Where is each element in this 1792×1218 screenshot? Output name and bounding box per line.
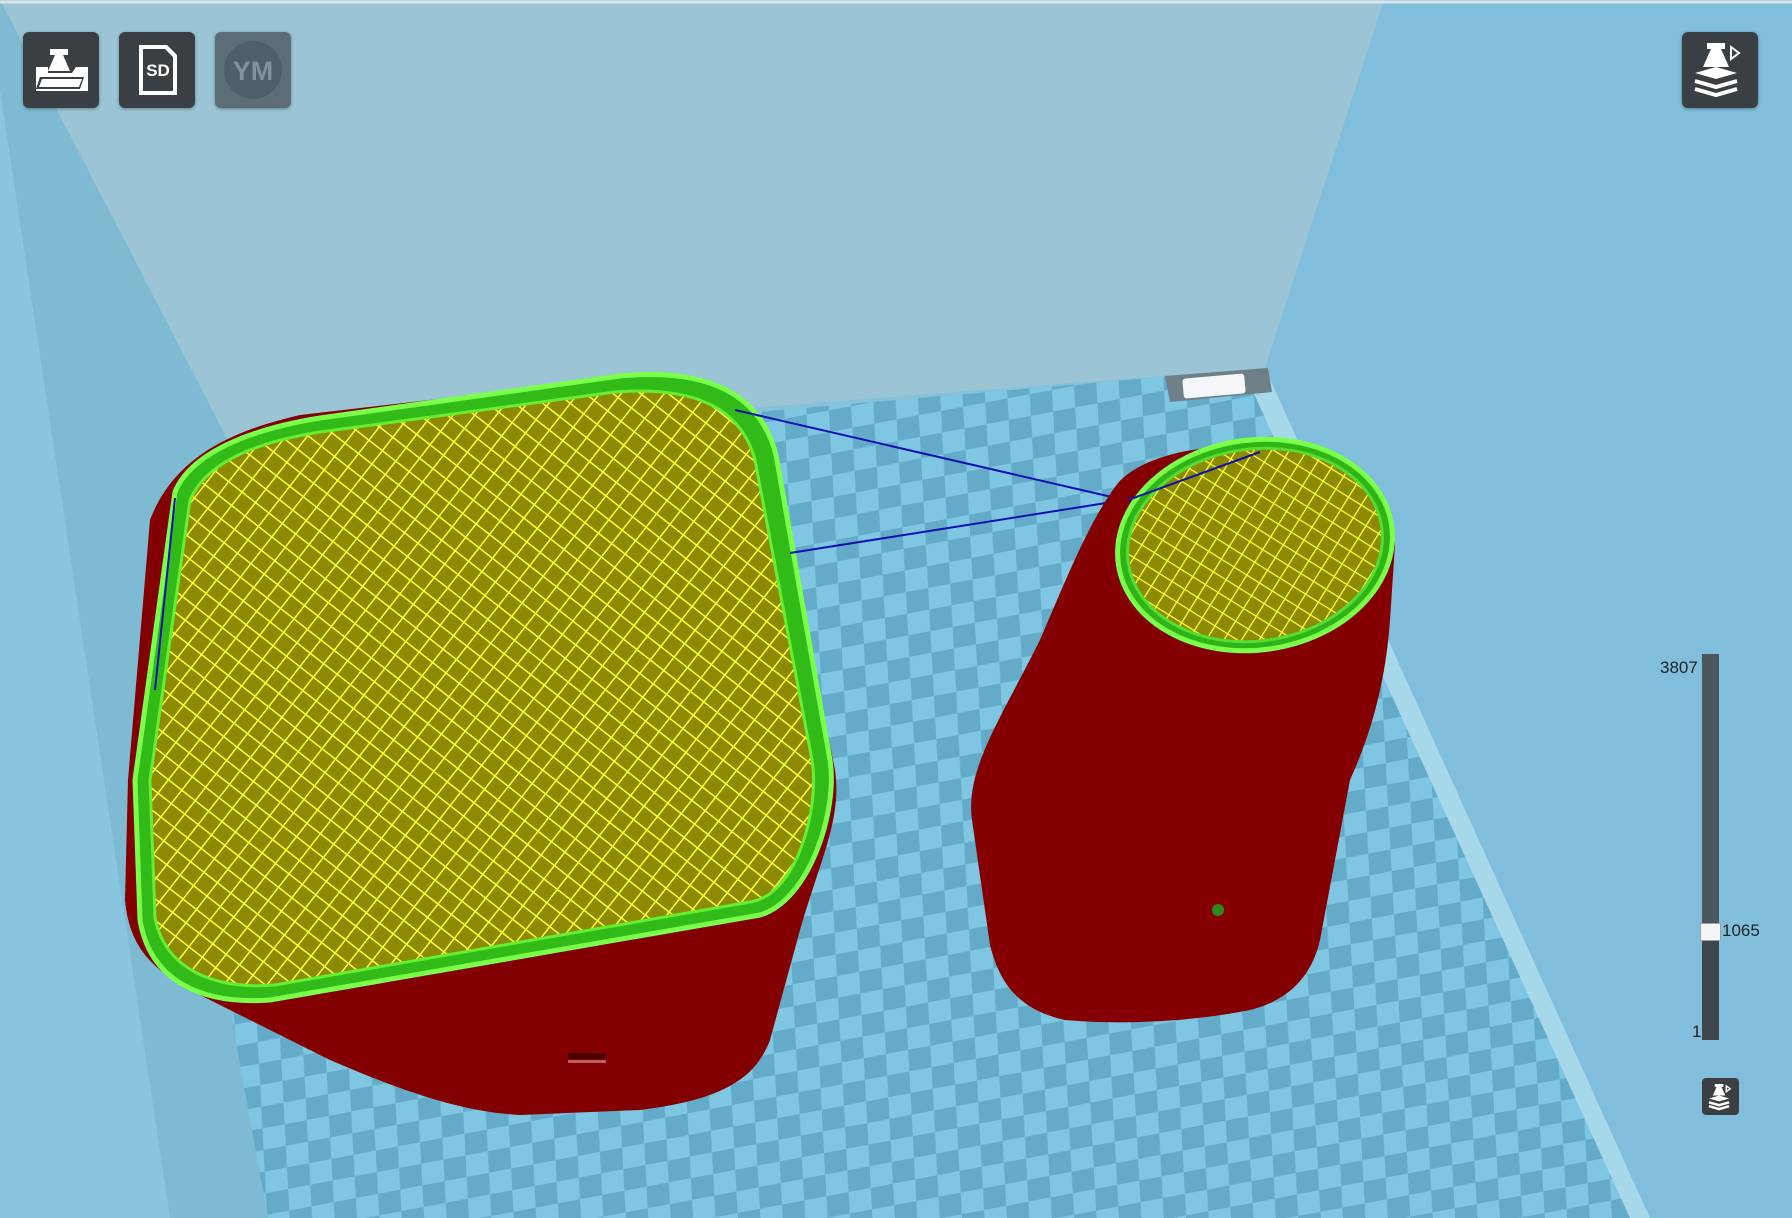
object-large-detail [568, 1053, 606, 1059]
object-large-detail [568, 1060, 606, 1063]
sd-card-icon: SD [139, 45, 177, 95]
layer-current-label: 1065 [1722, 921, 1760, 941]
viewport-3d[interactable] [0, 0, 1792, 1218]
save-to-sd-button[interactable]: SD [119, 32, 195, 108]
youmagine-button[interactable]: YM [215, 32, 291, 108]
layer-view-icon [1694, 43, 1741, 98]
layer-slider-handle[interactable] [1700, 923, 1721, 942]
object-cylinder-detail [1212, 904, 1224, 916]
printer-load-icon [36, 49, 88, 91]
view-mode-button[interactable] [1682, 32, 1758, 108]
object-large-infill [148, 389, 816, 988]
layer-max-label: 3807 [1660, 658, 1698, 677]
sd-label: SD [146, 61, 170, 80]
youmagine-icon: YM [224, 41, 282, 99]
layer-slider-track[interactable] [1702, 654, 1719, 1040]
load-model-button[interactable] [23, 32, 99, 108]
layer-min-label: 1 [1692, 1022, 1702, 1041]
layer-view-small-button[interactable] [1702, 1078, 1739, 1115]
layer-slider-fill [1702, 932, 1719, 1040]
layer-view-small-icon [1708, 1083, 1731, 1110]
ym-label: YM [233, 56, 274, 86]
